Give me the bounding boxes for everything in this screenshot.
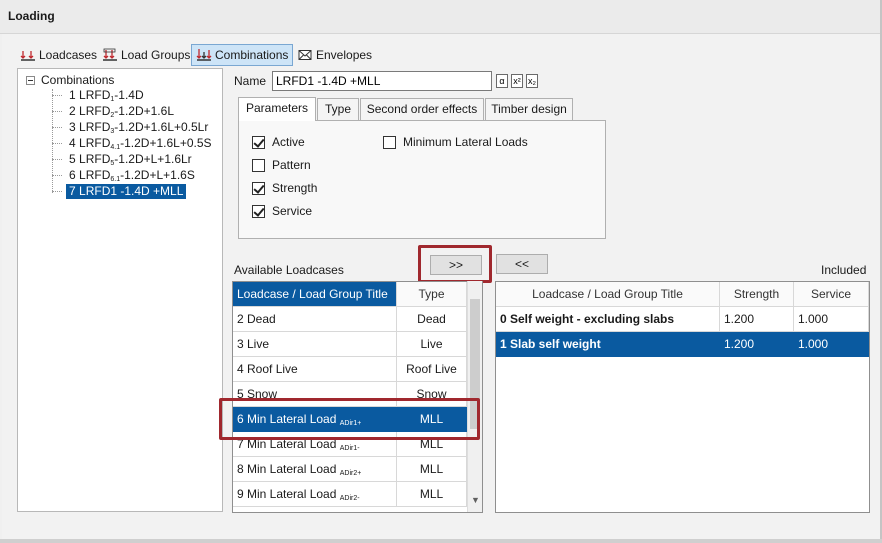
column-header-title[interactable]: Loadcase / Load Group Title (233, 282, 397, 307)
tab-timber-design[interactable]: Timber design (485, 98, 573, 121)
table-row[interactable]: 3 Live Live (233, 332, 467, 357)
tree-item-2[interactable]: 2 LRFD2-1.2D+1.6L (52, 103, 177, 119)
available-loadcases-label: Available Loadcases (234, 263, 344, 277)
tree-item-label: 3 LRFD3-1.2D+1.6L+0.5Lr (69, 119, 209, 135)
load-groups-icon (103, 48, 117, 61)
available-loadcases-grid[interactable]: Loadcase / Load Group Title Type 2 Dead … (232, 281, 483, 513)
tree-item-label: 5 LRFD5-1.2D+L+1.6Lr (69, 151, 192, 167)
tree-root-label: Combinations (41, 73, 115, 87)
table-row[interactable]: 4 Roof Live Roof Live (233, 357, 467, 382)
minimum-lateral-loads-label: Minimum Lateral Loads (403, 135, 528, 149)
table-row-selected[interactable]: 1 Slab self weight 1.200 1.000 (496, 332, 869, 357)
tree-item-label: 1 LRFD1-1.4D (69, 87, 144, 103)
pattern-checkbox[interactable]: Pattern (252, 158, 311, 172)
checkbox-checked-icon[interactable] (252, 204, 265, 218)
tab-loadcases[interactable]: Loadcases (16, 44, 101, 66)
column-header-strength[interactable]: Strength (720, 282, 794, 307)
remove-from-included-button[interactable]: << (496, 254, 548, 274)
loadcases-icon (20, 51, 35, 61)
selected-row-highlight (219, 398, 480, 440)
table-row[interactable]: 2 Dead Dead (233, 307, 467, 332)
envelopes-icon (298, 50, 312, 60)
checkbox-checked-icon[interactable] (252, 181, 265, 195)
service-label: Service (272, 204, 313, 218)
active-checkbox[interactable]: Active (252, 135, 305, 149)
tab-combinations-label: Combinations (215, 48, 289, 62)
tree-item-7[interactable]: 7 LRFD1 -1.4D +MLL (52, 183, 187, 199)
name-input[interactable] (272, 71, 492, 91)
parameters-panel: Active Pattern Strength Service Minimum … (238, 120, 606, 239)
tab-envelopes-label: Envelopes (316, 48, 373, 62)
superscript-button[interactable]: x² (511, 74, 523, 88)
name-label: Name (234, 74, 267, 88)
grid-header: Loadcase / Load Group Title Type (233, 282, 467, 307)
strength-checkbox[interactable]: Strength (252, 181, 317, 195)
tab-parameters[interactable]: Parameters (238, 97, 316, 121)
table-row[interactable]: 9 Min Lateral Load ADir2- MLL (233, 482, 467, 507)
active-label: Active (272, 135, 305, 149)
add-button-highlight (418, 245, 492, 283)
window-title: Loading (8, 9, 55, 23)
tab-second-order-effects[interactable]: Second order effects (360, 98, 484, 121)
tab-load-groups-label: Load Groups (121, 48, 191, 62)
column-header-title[interactable]: Loadcase / Load Group Title (496, 282, 720, 307)
tree-item-3[interactable]: 3 LRFD3-1.2D+1.6L+0.5Lr (52, 119, 211, 135)
tree-item-label: 6 LRFD6.1-1.2D+L+1.6S (69, 167, 195, 183)
checkbox-checked-icon[interactable] (252, 135, 265, 149)
scroll-down-icon[interactable]: ▼ (471, 495, 480, 505)
included-loadcases-grid[interactable]: Loadcase / Load Group Title Strength Ser… (495, 281, 870, 513)
checkbox-unchecked-icon[interactable] (383, 135, 396, 149)
subscript-button[interactable]: x₂ (526, 74, 538, 88)
tab-type[interactable]: Type (317, 98, 359, 121)
tab-load-groups[interactable]: Load Groups (98, 44, 194, 66)
minimum-lateral-loads-checkbox[interactable]: Minimum Lateral Loads (383, 135, 528, 149)
tab-loadcases-label: Loadcases (39, 48, 98, 62)
tree-item-4[interactable]: 4 LRFD4.1-1.2D+1.6L+0.5S (52, 135, 215, 151)
table-row[interactable]: 8 Min Lateral Load ADir2+ MLL (233, 457, 467, 482)
tree-root-combinations[interactable]: Combinations (26, 72, 114, 88)
tree-item-6[interactable]: 6 LRFD6.1-1.2D+L+1.6S (52, 167, 198, 183)
included-label: Included (821, 263, 867, 277)
tree-item-label: 2 LRFD2-1.2D+1.6L (69, 103, 174, 119)
service-checkbox[interactable]: Service (252, 204, 312, 218)
tree-item-1[interactable]: 1 LRFD1-1.4D (52, 87, 147, 103)
combinations-icon (196, 49, 212, 61)
window-titlebar: Loading (0, 0, 882, 34)
table-row[interactable]: 0 Self weight - excluding slabs 1.200 1.… (496, 307, 869, 332)
collapse-icon[interactable] (26, 75, 35, 85)
grid-header: Loadcase / Load Group Title Strength Ser… (496, 282, 869, 307)
strength-label: Strength (272, 181, 318, 195)
checkbox-unchecked-icon[interactable] (252, 158, 265, 172)
window-bottom-edge (0, 539, 882, 543)
tab-combinations[interactable]: Combinations (191, 44, 294, 66)
tree-item-label: 4 LRFD4.1-1.2D+1.6L+0.5S (69, 135, 212, 151)
combinations-tree[interactable]: Combinations 1 LRFD1-1.4D 2 LRFD2-1.2D+1… (17, 68, 223, 512)
available-grid-scrollbar[interactable]: ▼ (467, 281, 482, 512)
column-header-type[interactable]: Type (397, 282, 467, 307)
pattern-label: Pattern (272, 158, 311, 172)
column-header-service[interactable]: Service (794, 282, 869, 307)
tree-item-label: 7 LRFD1 -1.4D +MLL (66, 183, 187, 199)
tab-envelopes[interactable]: Envelopes (294, 44, 376, 66)
tree-item-5[interactable]: 5 LRFD5-1.2D+L+1.6Lr (52, 151, 195, 167)
greek-symbol-button[interactable]: α (496, 74, 508, 88)
